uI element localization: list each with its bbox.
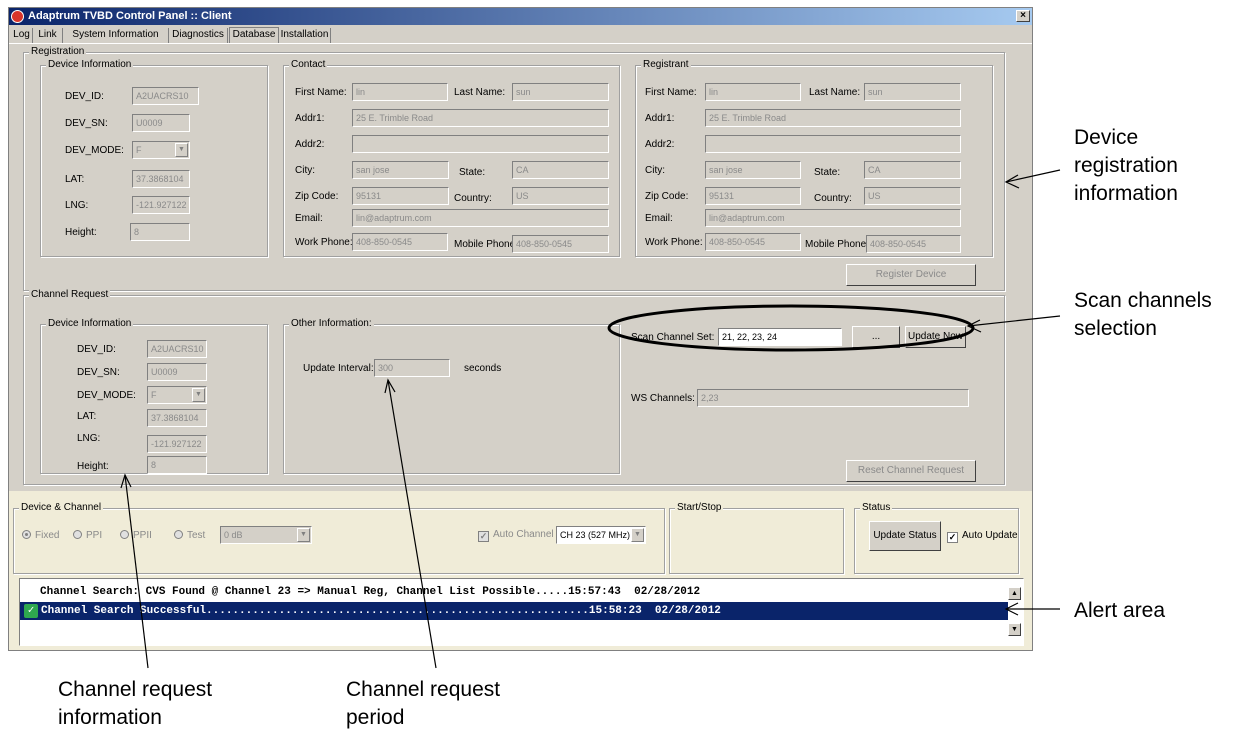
arrow-channel-request-period	[387, 379, 437, 669]
annotation-arrows	[120, 169, 1061, 669]
arrowhead	[1004, 174, 1020, 189]
arrow-device-registration	[1005, 169, 1061, 183]
arrow-channel-request-info	[124, 474, 149, 669]
scan-highlight-ellipse	[607, 304, 975, 352]
arrow-scan-channels	[967, 315, 1061, 327]
